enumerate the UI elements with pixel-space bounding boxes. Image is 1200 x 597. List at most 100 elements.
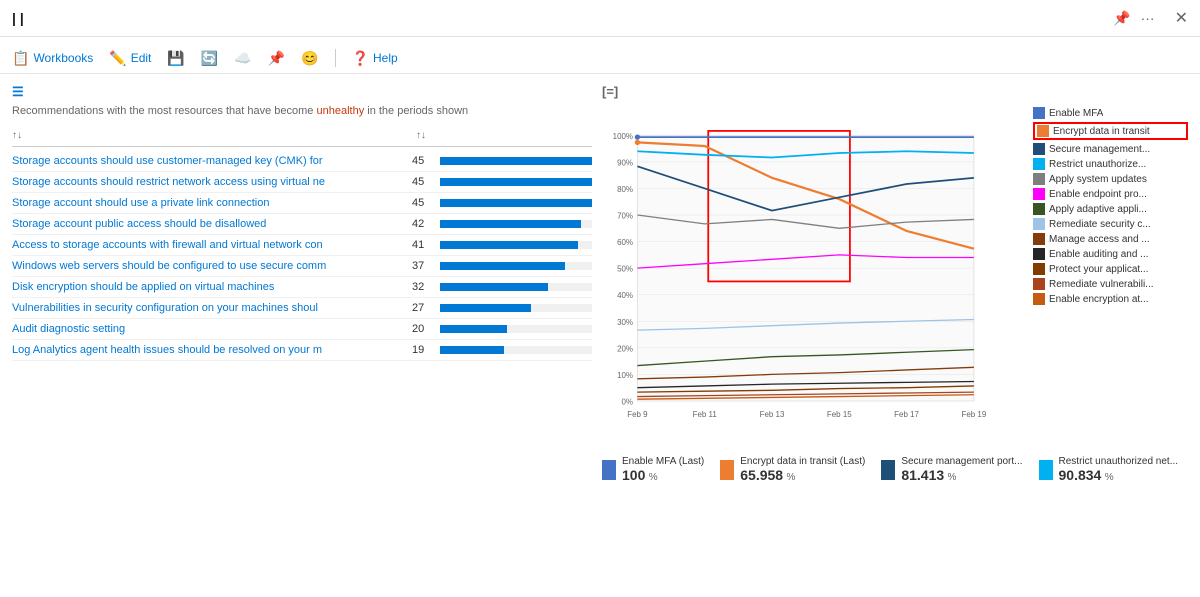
row-name[interactable]: Audit diagnostic setting	[12, 323, 412, 335]
chart-title: [=]	[602, 84, 1188, 99]
legend-item[interactable]: Apply system updates	[1033, 173, 1188, 185]
metric-color-bar	[602, 460, 616, 480]
pin-toolbar-button[interactable]: 📌	[268, 50, 285, 67]
svg-text:60%: 60%	[617, 238, 633, 247]
row-name[interactable]: Storage account should use a private lin…	[12, 197, 412, 209]
metric-info: Enable MFA (Last) 100 %	[622, 456, 704, 483]
bar-container	[440, 241, 592, 249]
row-name[interactable]: Vulnerabilities in security configuratio…	[12, 302, 412, 314]
row-count-number: 45	[412, 155, 434, 167]
svg-text:Feb 9: Feb 9	[627, 410, 648, 419]
legend-item[interactable]: Apply adaptive appli...	[1033, 203, 1188, 215]
metric-value-row: 100 %	[622, 467, 704, 483]
help-button[interactable]: ❓ Help	[352, 50, 398, 67]
col-name-header[interactable]: ↑↓	[12, 129, 412, 141]
legend-label: Secure management...	[1049, 144, 1150, 155]
svg-text:30%: 30%	[617, 318, 633, 327]
legend-color-box	[1033, 248, 1045, 260]
sort-count-icon[interactable]: ↑↓	[416, 130, 426, 141]
table-row: Storage accounts should use customer-man…	[12, 151, 592, 172]
bar-fill	[440, 199, 592, 207]
legend-color-box	[1033, 263, 1045, 275]
legend-item[interactable]: Enable encryption at...	[1033, 293, 1188, 305]
svg-text:80%: 80%	[617, 185, 633, 194]
legend-item[interactable]: Secure management...	[1033, 143, 1188, 155]
svg-text:Feb 11: Feb 11	[693, 410, 718, 419]
svg-text:40%: 40%	[617, 291, 633, 300]
row-count-cell: 45	[412, 197, 592, 209]
row-name[interactable]: Storage accounts should restrict network…	[12, 176, 412, 188]
metric-label: Restrict unauthorized net...	[1059, 456, 1179, 467]
right-panel: [=] 100% 90% 80% 70% 60% 50% 40%	[602, 84, 1188, 581]
close-icon[interactable]: ✕	[1175, 8, 1188, 28]
table-row: Storage account public access should be …	[12, 214, 592, 235]
legend-color-box	[1033, 203, 1045, 215]
row-count-number: 45	[412, 176, 434, 188]
panel-subtitle: Recommendations with the most resources …	[12, 104, 592, 119]
legend-item[interactable]: Restrict unauthorize...	[1033, 158, 1188, 170]
legend-item[interactable]: Enable MFA	[1033, 107, 1188, 119]
row-name[interactable]: Storage accounts should use customer-man…	[12, 155, 412, 167]
edit-button[interactable]: ✏️ Edit	[109, 50, 151, 67]
metric-color-bar	[1039, 460, 1053, 480]
sort-name-icon[interactable]: ↑↓	[12, 130, 22, 141]
legend-item[interactable]: Enable auditing and ...	[1033, 248, 1188, 260]
row-count-cell: 20	[412, 323, 592, 335]
legend-item[interactable]: Encrypt data in transit	[1033, 122, 1188, 140]
row-count-cell: 32	[412, 281, 592, 293]
help-label: Help	[373, 51, 398, 65]
legend-label: Protect your applicat...	[1049, 264, 1149, 275]
more-icon[interactable]: ···	[1141, 10, 1155, 26]
legend-color-box	[1037, 125, 1049, 137]
table-row: Windows web servers should be configured…	[12, 256, 592, 277]
legend-item[interactable]: Protect your applicat...	[1033, 263, 1188, 275]
unhealthy-highlight: unhealthy	[316, 105, 364, 117]
cloud-button[interactable]: ☁️	[234, 50, 251, 67]
metric-item: Restrict unauthorized net... 90.834 %	[1039, 456, 1179, 483]
metric-value: 100	[622, 467, 645, 483]
workbooks-button[interactable]: 📋 Workbooks	[12, 50, 93, 67]
row-name[interactable]: Disk encryption should be applied on vir…	[12, 281, 412, 293]
bar-container	[440, 283, 592, 291]
row-count-cell: 45	[412, 155, 592, 167]
panel-title: ☰	[12, 84, 592, 100]
legend-item[interactable]: Enable endpoint pro...	[1033, 188, 1188, 200]
bar-fill	[440, 325, 507, 333]
metric-unit: %	[1105, 472, 1114, 483]
left-panel: ☰ Recommendations with the most resource…	[12, 84, 592, 581]
row-name[interactable]: Log Analytics agent health issues should…	[12, 344, 412, 356]
cloud-icon: ☁️	[234, 50, 251, 67]
row-name[interactable]: Windows web servers should be configured…	[12, 260, 412, 272]
svg-text:100%: 100%	[613, 132, 633, 141]
metric-label: Enable MFA (Last)	[622, 456, 704, 467]
title-bar: | | 📌 ··· ✕	[0, 0, 1200, 37]
bar-fill	[440, 304, 531, 312]
help-icon: ❓	[352, 50, 369, 67]
pin-icon[interactable]: 📌	[1113, 10, 1130, 27]
metric-unit: %	[786, 472, 795, 483]
refresh-button[interactable]: 🔄	[201, 50, 218, 67]
main-content: ☰ Recommendations with the most resource…	[0, 74, 1200, 591]
row-count-cell: 19	[412, 344, 592, 356]
emoji-button[interactable]: 😊	[301, 50, 318, 67]
row-count-number: 19	[412, 344, 434, 356]
row-name[interactable]: Access to storage accounts with firewall…	[12, 239, 412, 251]
table-row: Disk encryption should be applied on vir…	[12, 277, 592, 298]
save-button[interactable]: 💾	[167, 50, 184, 67]
legend-label: Remediate security c...	[1049, 219, 1151, 230]
refresh-icon: 🔄	[201, 50, 218, 67]
bar-container	[440, 157, 592, 165]
metric-value-row: 65.958 %	[740, 467, 865, 483]
legend-color-box	[1033, 293, 1045, 305]
row-name[interactable]: Storage account public access should be …	[12, 218, 412, 230]
table-row: Storage accounts should restrict network…	[12, 172, 592, 193]
row-count-number: 41	[412, 239, 434, 251]
table-row: Vulnerabilities in security configuratio…	[12, 298, 592, 319]
legend-item[interactable]: Remediate security c...	[1033, 218, 1188, 230]
workbooks-icon: 📋	[12, 50, 29, 67]
col-count-header[interactable]: ↑↓	[412, 130, 592, 141]
table-rows: Storage accounts should use customer-man…	[12, 151, 592, 361]
legend-label: Enable auditing and ...	[1049, 249, 1149, 260]
legend-item[interactable]: Manage access and ...	[1033, 233, 1188, 245]
legend-item[interactable]: Remediate vulnerabili...	[1033, 278, 1188, 290]
